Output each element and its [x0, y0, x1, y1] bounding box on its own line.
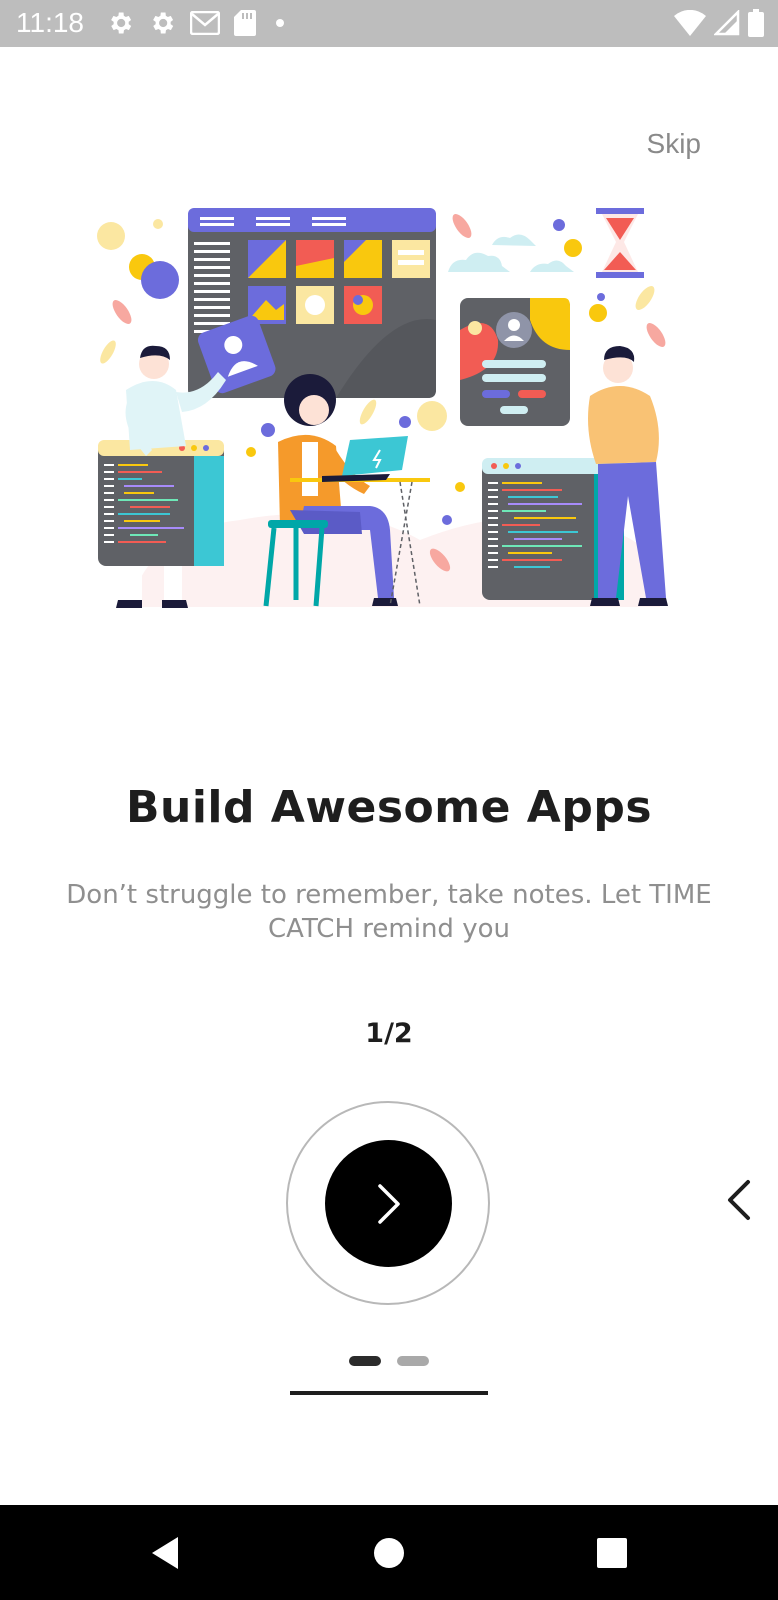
page-counter: 1/2: [365, 1018, 413, 1049]
settings-icon: [111, 12, 132, 34]
gmail-icon: [190, 11, 220, 35]
onboarding-title: Build Awesome Apps: [125, 782, 653, 833]
wifi-icon: [674, 10, 706, 36]
battery-icon: [748, 9, 764, 37]
onboarding-subtitle: Don’t struggle to remember, take notes. …: [66, 880, 712, 944]
notification-icons: [106, 9, 290, 37]
page-indicator-active: [349, 1356, 381, 1366]
team-building-apps-illustration: [97, 208, 668, 608]
back-icon[interactable]: [144, 1529, 192, 1577]
status-bar: 11:18: [0, 0, 778, 47]
skip-button[interactable]: Skip: [647, 128, 701, 160]
navigation-bar: [0, 1505, 778, 1600]
underline-bar: [290, 1391, 488, 1395]
system-icons: [674, 8, 764, 38]
status-time: 11:18: [16, 7, 84, 38]
recents-icon[interactable]: [588, 1529, 636, 1577]
page-indicator-inactive: [397, 1356, 429, 1366]
sd-card-icon: [234, 10, 256, 36]
home-icon[interactable]: [365, 1529, 413, 1577]
cellular-signal-icon: [714, 10, 740, 36]
settings-icon: [153, 12, 174, 34]
chevron-right-icon: [377, 1183, 400, 1224]
next-button[interactable]: [325, 1140, 452, 1267]
dot-icon: [276, 19, 284, 27]
chevron-left-icon[interactable]: [722, 1176, 754, 1224]
